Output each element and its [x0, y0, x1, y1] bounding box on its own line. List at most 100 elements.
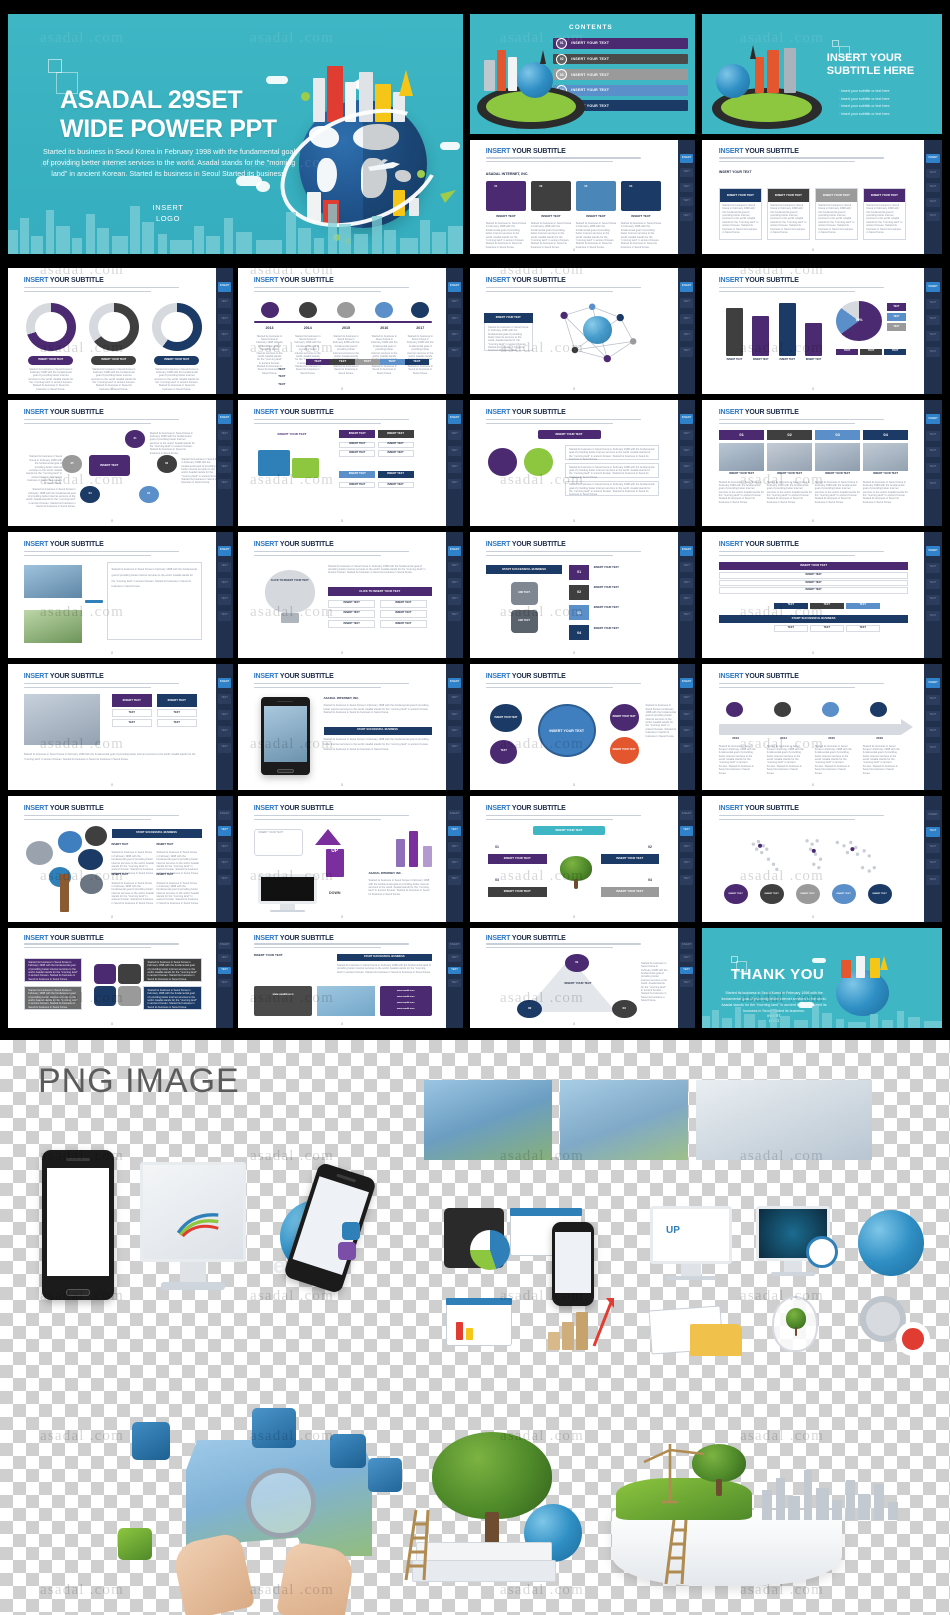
rail-tab[interactable]: TEXT [926, 212, 940, 222]
slide-thumb-circles[interactable]: INSERT YOUR SUBTITLE INSERT YOUR TEXT St… [470, 400, 695, 526]
slide-thumb-table[interactable]: INSERT YOUR SUBTITLE INSERT YOUR TEXT IN… [702, 532, 942, 658]
rail-tab[interactable]: TEXT [680, 297, 693, 308]
rail-tab[interactable]: TEXT [680, 578, 693, 589]
rail-tab[interactable]: TEXT [926, 594, 940, 605]
rail-tab[interactable]: TEXT [926, 298, 940, 309]
rail-tab[interactable]: TEXT [926, 462, 940, 473]
rail-tab[interactable]: INSERT [218, 677, 231, 688]
rail-tab[interactable]: TEXT [926, 578, 940, 589]
rail-tab[interactable]: TEXT [926, 611, 940, 622]
timeline-pin[interactable] [375, 302, 394, 319]
timeline-pin[interactable] [260, 302, 279, 319]
rail-tab[interactable]: TEXT [218, 825, 231, 836]
slide-thumb-barchart[interactable]: INSERT YOUR SUBTITLE INSERT TEXT INSERT … [702, 268, 942, 394]
rail-tab[interactable]: TEXT [680, 726, 693, 737]
slide-thumb-photos[interactable]: INSERT YOUR SUBTITLE Started its busines… [8, 532, 233, 658]
hex-icon[interactable] [93, 964, 116, 984]
rail-tab[interactable]: TEXT [680, 429, 693, 440]
rail-tab[interactable]: INSERT [448, 941, 461, 950]
rail-tab[interactable]: TEXT [218, 610, 231, 621]
rail-tab[interactable]: TEXT [448, 446, 461, 457]
rail-tab[interactable]: TEXT [680, 182, 693, 192]
slide-thumb-contact[interactable]: INSERT YOUR SUBTITLE INSERT YOUR TEXT ST… [238, 928, 463, 1028]
rail-tab[interactable]: TEXT [926, 168, 940, 178]
content-card[interactable]: INSERT YOUR TEXT Started its business in… [862, 187, 906, 241]
milestone-pin[interactable] [726, 701, 743, 717]
rail-tab[interactable]: TEXT [448, 330, 461, 341]
rail-tab[interactable]: INSERT [926, 414, 940, 425]
rail-tab[interactable]: TEXT [680, 594, 693, 605]
rail-tab[interactable]: TEXT [448, 966, 461, 975]
rail-tab[interactable]: TEXT [448, 742, 461, 753]
rail-tab[interactable]: TEXT [218, 954, 231, 962]
rail-tab[interactable]: TEXT [926, 858, 940, 869]
milestone-pin[interactable] [822, 701, 839, 717]
slide-thumb[interactable]: INSERT YOUR SUBTITLE INSERT YOUR TEXT IN… [702, 140, 942, 254]
rail-tab[interactable]: INSERT [218, 413, 231, 424]
rail-tab[interactable]: INSERT [680, 545, 693, 556]
hex-icon[interactable] [93, 986, 116, 1006]
rail-tab[interactable]: INSERT [448, 677, 461, 688]
rail-tab[interactable]: INSERT [218, 281, 231, 292]
tree-node[interactable] [77, 848, 103, 871]
rail-tab[interactable]: TEXT [926, 314, 940, 325]
slide-thumb-quadrant[interactable]: INSERT YOUR SUBTITLE INSERT YOUR TEXT IN… [470, 796, 695, 922]
rail-tab[interactable]: TEXT [680, 346, 693, 357]
rail-tab[interactable]: TEXT [680, 742, 693, 753]
rail-tab[interactable]: TEXT [448, 594, 461, 605]
rail-tab[interactable]: TEXT [680, 966, 693, 975]
rail-tab[interactable]: TEXT [218, 726, 231, 737]
rail-tab[interactable]: INSERT [926, 154, 940, 164]
rail-tab[interactable]: TEXT [218, 693, 231, 704]
rail-tab[interactable]: INSERT [680, 153, 693, 163]
content-card[interactable]: INSERT YOUR TEXT Started its business in… [766, 187, 810, 241]
rail-tab[interactable]: INSERT [926, 678, 940, 689]
rail-tab[interactable]: TEXT [218, 478, 231, 489]
rail-tab[interactable]: TEXT [926, 710, 940, 721]
rail-tab[interactable]: TEXT [218, 742, 231, 753]
rail-tab[interactable]: TEXT [680, 478, 693, 489]
rail-tab[interactable]: TEXT [926, 347, 940, 358]
rail-tab[interactable]: TEXT [680, 954, 693, 962]
slide-thumb-thankyou[interactable]: THANK YOU Started its business in Seoul … [702, 928, 942, 1028]
rail-tab[interactable]: TEXT [926, 743, 940, 754]
rail-tab[interactable]: TEXT [218, 710, 231, 721]
rail-tab[interactable]: INSERT [680, 677, 693, 688]
contents-item[interactable]: 03 INSERT YOUR TEXT [553, 69, 689, 81]
rail-tab[interactable]: TEXT [680, 858, 693, 869]
rail-tab[interactable]: INSERT [680, 413, 693, 424]
rail-tab[interactable]: TEXT [218, 346, 231, 357]
rail-tab[interactable]: TEXT [926, 197, 940, 207]
milestone-pin[interactable] [870, 701, 887, 717]
tree-node[interactable] [26, 841, 53, 866]
timeline-pin[interactable] [337, 302, 355, 319]
rail-tab[interactable]: TEXT [448, 858, 461, 869]
rail-tab[interactable]: TEXT [448, 346, 461, 357]
rail-tab[interactable]: TEXT [448, 825, 461, 836]
slide-thumb-hexgrid[interactable]: INSERT YOUR SUBTITLE Started its busines… [8, 928, 233, 1028]
rail-tab[interactable]: TEXT [218, 462, 231, 473]
rail-tab[interactable]: TEXT [680, 330, 693, 341]
rail-tab[interactable]: TEXT [448, 979, 461, 987]
rail-tab[interactable]: TEXT [448, 954, 461, 962]
contact-panel[interactable] [253, 986, 313, 1016]
rail-tab[interactable]: INSERT [448, 413, 461, 424]
rail-tab[interactable]: TEXT [680, 197, 693, 207]
rail-tab[interactable]: TEXT [218, 874, 231, 885]
slide-thumb-subtitle[interactable]: INSERT YOUR SUBTITLE HERE · Insert your … [702, 14, 942, 134]
content-card[interactable]: INSERT YOUR TEXT Started its business in… [814, 187, 858, 241]
slide-thumb-team[interactable]: INSERT YOUR SUBTITLE 01 02 03 04 INSERT … [702, 400, 942, 526]
tree-node[interactable] [84, 826, 107, 847]
slide-thumb-numbered[interactable]: INSERT YOUR SUBTITLE START SUCCESSFUL BU… [470, 532, 695, 658]
rail-tab[interactable]: TEXT [448, 561, 461, 572]
rail-tab[interactable]: TEXT [448, 478, 461, 489]
circle-node[interactable] [524, 447, 554, 476]
rail-tab[interactable]: TEXT [218, 297, 231, 308]
timeline-pin[interactable] [298, 302, 317, 319]
rail-tab[interactable]: TEXT [926, 446, 940, 457]
rail-tab[interactable]: TEXT [218, 594, 231, 605]
contents-item[interactable]: 01 INSERT YOUR TEXT [553, 37, 689, 49]
rail-tab[interactable]: INSERT [926, 282, 940, 293]
rail-tab[interactable]: TEXT [926, 479, 940, 490]
slide-thumb-puzzle[interactable]: INSERT YOUR SUBTITLE INSERT YOUR TEXT IN… [238, 400, 463, 526]
